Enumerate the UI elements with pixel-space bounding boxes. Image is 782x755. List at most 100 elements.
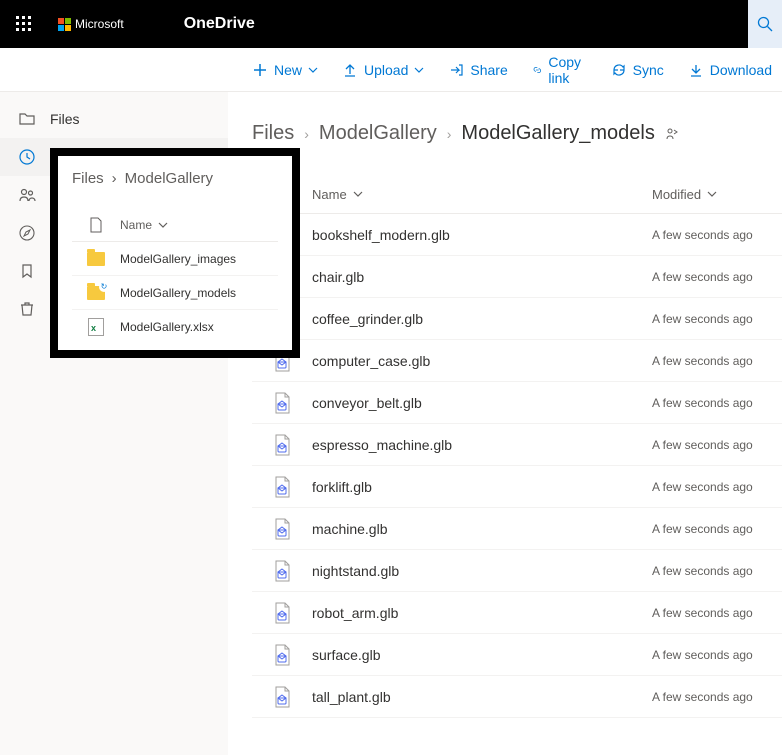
file-name-cell[interactable]: espresso_machine.glb [312, 437, 652, 453]
file-row[interactable]: computer_case.glbA few seconds ago [252, 340, 782, 382]
inset-file-name: ModelGallery.xlsx [120, 320, 214, 334]
copy-link-button[interactable]: Copy link [522, 48, 597, 91]
file-modified-cell: A few seconds ago [652, 438, 782, 452]
inset-breadcrumb: Files › ModelGallery [72, 170, 278, 187]
file-name-cell[interactable]: nightstand.glb [312, 563, 652, 579]
file-type-cell [252, 560, 312, 582]
file-name-cell[interactable]: conveyor_belt.glb [312, 395, 652, 411]
inset-col-icon-header[interactable] [72, 217, 120, 233]
file-row[interactable]: espresso_machine.glbA few seconds ago [252, 424, 782, 466]
permissions-icon[interactable] [665, 127, 679, 141]
file-name-cell[interactable]: forklift.glb [312, 479, 652, 495]
top-header: Microsoft OneDrive [0, 0, 782, 48]
command-bar: New Upload Share Copy link Sync Download [0, 48, 782, 92]
compass-icon [18, 224, 36, 242]
breadcrumb-root[interactable]: Files [252, 122, 294, 145]
plus-icon [252, 62, 268, 78]
waffle-icon [16, 16, 32, 32]
share-icon [448, 62, 464, 78]
breadcrumb-mid[interactable]: ModelGallery [319, 122, 437, 145]
file-type-cell [252, 644, 312, 666]
file-name-cell[interactable]: bookshelf_modern.glb [312, 227, 652, 243]
file-row[interactable]: surface.glbA few seconds ago [252, 634, 782, 676]
recycle-bin-icon [18, 300, 36, 318]
inset-preview-card: Files › ModelGallery Name ModelGallery_i… [50, 148, 300, 358]
new-button[interactable]: New [242, 48, 328, 91]
sync-label: Sync [633, 62, 664, 78]
glb-file-icon [273, 518, 291, 540]
search-button[interactable] [748, 0, 782, 48]
file-name-cell[interactable]: chair.glb [312, 269, 652, 285]
new-label: New [274, 62, 302, 78]
file-type-cell [252, 686, 312, 708]
file-name-cell[interactable]: computer_case.glb [312, 353, 652, 369]
sync-icon [611, 62, 627, 78]
file-type-cell [252, 602, 312, 624]
inset-bc-current: ModelGallery [125, 170, 213, 187]
inset-file-row[interactable]: ModelGallery_images [72, 242, 278, 276]
file-name-cell[interactable]: machine.glb [312, 521, 652, 537]
file-row[interactable]: forklift.glbA few seconds ago [252, 466, 782, 508]
sidebar-item-files[interactable]: Files [0, 100, 228, 138]
file-modified-cell: A few seconds ago [652, 480, 782, 494]
chevron-down-icon [158, 220, 168, 230]
col-modified-header[interactable]: Modified [652, 187, 782, 202]
inset-file-name: ModelGallery_images [120, 252, 236, 266]
file-type-cell [252, 434, 312, 456]
app-title: OneDrive [184, 15, 255, 33]
file-row[interactable]: chair.glbA few seconds ago [252, 256, 782, 298]
upload-button[interactable]: Upload [332, 48, 434, 91]
upload-icon [342, 62, 358, 78]
inset-file-name: ModelGallery_models [120, 286, 236, 300]
chevron-right-icon: › [447, 126, 452, 142]
chevron-down-icon [353, 189, 363, 199]
folder-icon [87, 252, 105, 266]
inset-table-header: Name [72, 217, 278, 242]
file-row[interactable]: conveyor_belt.glbA few seconds ago [252, 382, 782, 424]
file-modified-cell: A few seconds ago [652, 354, 782, 368]
col-name-header[interactable]: Name [312, 187, 652, 202]
folder-sync-icon [87, 286, 105, 300]
glb-file-icon [273, 644, 291, 666]
share-button[interactable]: Share [438, 48, 517, 91]
download-button[interactable]: Download [678, 48, 782, 91]
sync-button[interactable]: Sync [601, 48, 674, 91]
clock-icon [18, 148, 36, 166]
file-row[interactable]: robot_arm.glbA few seconds ago [252, 592, 782, 634]
inset-file-row[interactable]: ModelGallery.xlsx [72, 310, 278, 344]
main-content: Files › ModelGallery › ModelGallery_mode… [228, 92, 782, 755]
file-name-cell[interactable]: robot_arm.glb [312, 605, 652, 621]
file-modified-cell: A few seconds ago [652, 312, 782, 326]
inset-bc-root[interactable]: Files [72, 170, 104, 187]
file-row[interactable]: nightstand.glbA few seconds ago [252, 550, 782, 592]
file-modified-cell: A few seconds ago [652, 690, 782, 704]
file-row[interactable]: machine.glbA few seconds ago [252, 508, 782, 550]
people-icon [18, 186, 36, 204]
chevron-down-icon [308, 65, 318, 75]
breadcrumb-current: ModelGallery_models [461, 122, 654, 145]
inset-col-name-header[interactable]: Name [120, 218, 278, 232]
inset-file-row[interactable]: ModelGallery_models [72, 276, 278, 310]
bookmark-icon [18, 262, 36, 280]
chevron-right-icon: › [304, 126, 309, 142]
file-icon [89, 217, 103, 233]
file-name-cell[interactable]: coffee_grinder.glb [312, 311, 652, 327]
file-modified-cell: A few seconds ago [652, 228, 782, 242]
glb-file-icon [273, 686, 291, 708]
file-row[interactable]: bookshelf_modern.glbA few seconds ago [252, 214, 782, 256]
file-modified-cell: A few seconds ago [652, 522, 782, 536]
excel-file-icon [88, 318, 104, 336]
file-modified-cell: A few seconds ago [652, 648, 782, 662]
file-row[interactable]: tall_plant.glbA few seconds ago [252, 676, 782, 718]
glb-file-icon [273, 476, 291, 498]
file-name-cell[interactable]: surface.glb [312, 647, 652, 663]
file-row[interactable]: coffee_grinder.glbA few seconds ago [252, 298, 782, 340]
glb-file-icon [273, 602, 291, 624]
folder-icon [18, 110, 36, 128]
sidebar: Files Recent Shared Files › ModelGall [0, 92, 228, 755]
file-modified-cell: A few seconds ago [652, 606, 782, 620]
share-label: Share [470, 62, 507, 78]
app-launcher-button[interactable] [0, 0, 48, 48]
file-name-cell[interactable]: tall_plant.glb [312, 689, 652, 705]
file-type-cell [252, 392, 312, 414]
